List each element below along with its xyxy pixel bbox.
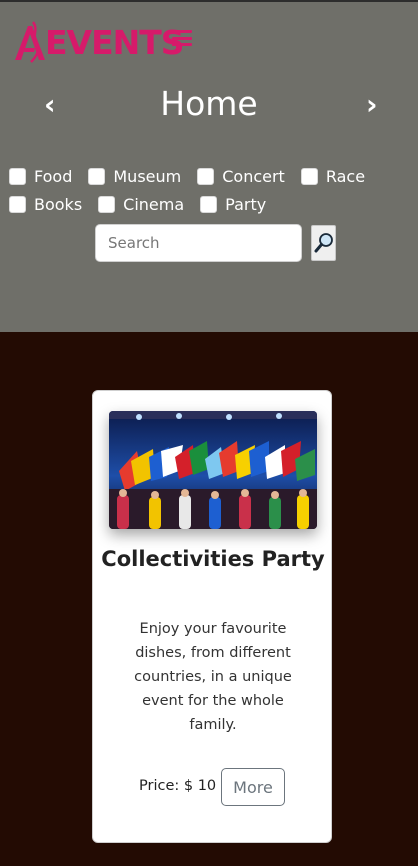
event-image: [109, 411, 317, 529]
filter-label: Food: [34, 166, 73, 186]
filter-label: Party: [225, 194, 267, 214]
magnifier-icon: [314, 233, 333, 253]
menu-icon[interactable]: [172, 30, 192, 46]
category-filters: Food Museum Concert Race Books Cinema Pa…: [9, 162, 409, 218]
logo[interactable]: EVENTS: [13, 18, 185, 66]
more-button[interactable]: More: [221, 768, 285, 806]
checkbox[interactable]: [9, 167, 26, 185]
filter-party[interactable]: Party: [200, 195, 266, 214]
page-nav: ‹ Home ›: [0, 82, 418, 132]
event-card: Collectivities Party Enjoy your favourit…: [92, 390, 332, 843]
event-title: Collectivities Party: [101, 547, 325, 571]
filter-label: Cinema: [123, 194, 185, 214]
filter-cinema[interactable]: Cinema: [98, 195, 184, 214]
checkbox[interactable]: [197, 167, 215, 185]
checkbox[interactable]: [9, 195, 26, 213]
filter-label: Race: [325, 166, 366, 186]
header: EVENTS ‹ Home › Food Museum Concert Race: [0, 0, 418, 332]
checkbox[interactable]: [200, 195, 218, 213]
next-arrow[interactable]: ›: [366, 88, 378, 121]
filter-books[interactable]: Books: [9, 195, 82, 214]
filter-race[interactable]: Race: [300, 166, 366, 186]
search-input[interactable]: [96, 225, 301, 261]
filter-label: Museum: [113, 166, 182, 186]
event-description: Enjoy your favourite dishes, from differ…: [134, 621, 292, 733]
filter-row: Books Cinema Party: [9, 190, 409, 218]
event-price: Price: $ 10: [139, 778, 217, 794]
filter-museum[interactable]: Museum: [88, 167, 181, 186]
filter-label: Concert: [222, 166, 285, 186]
logo-mark-icon: [15, 21, 45, 63]
logo-text: EVENTS: [45, 22, 185, 62]
search-button[interactable]: [311, 225, 336, 261]
checkbox[interactable]: [98, 195, 116, 213]
checkbox[interactable]: [88, 167, 106, 185]
filter-label: Books: [34, 194, 83, 214]
filter-food[interactable]: Food: [9, 167, 72, 186]
search-box: [95, 224, 302, 262]
page-title: Home: [160, 84, 258, 123]
filter-row: Food Museum Concert Race: [9, 162, 409, 190]
checkbox[interactable]: [300, 167, 318, 185]
filter-concert[interactable]: Concert: [197, 167, 285, 186]
